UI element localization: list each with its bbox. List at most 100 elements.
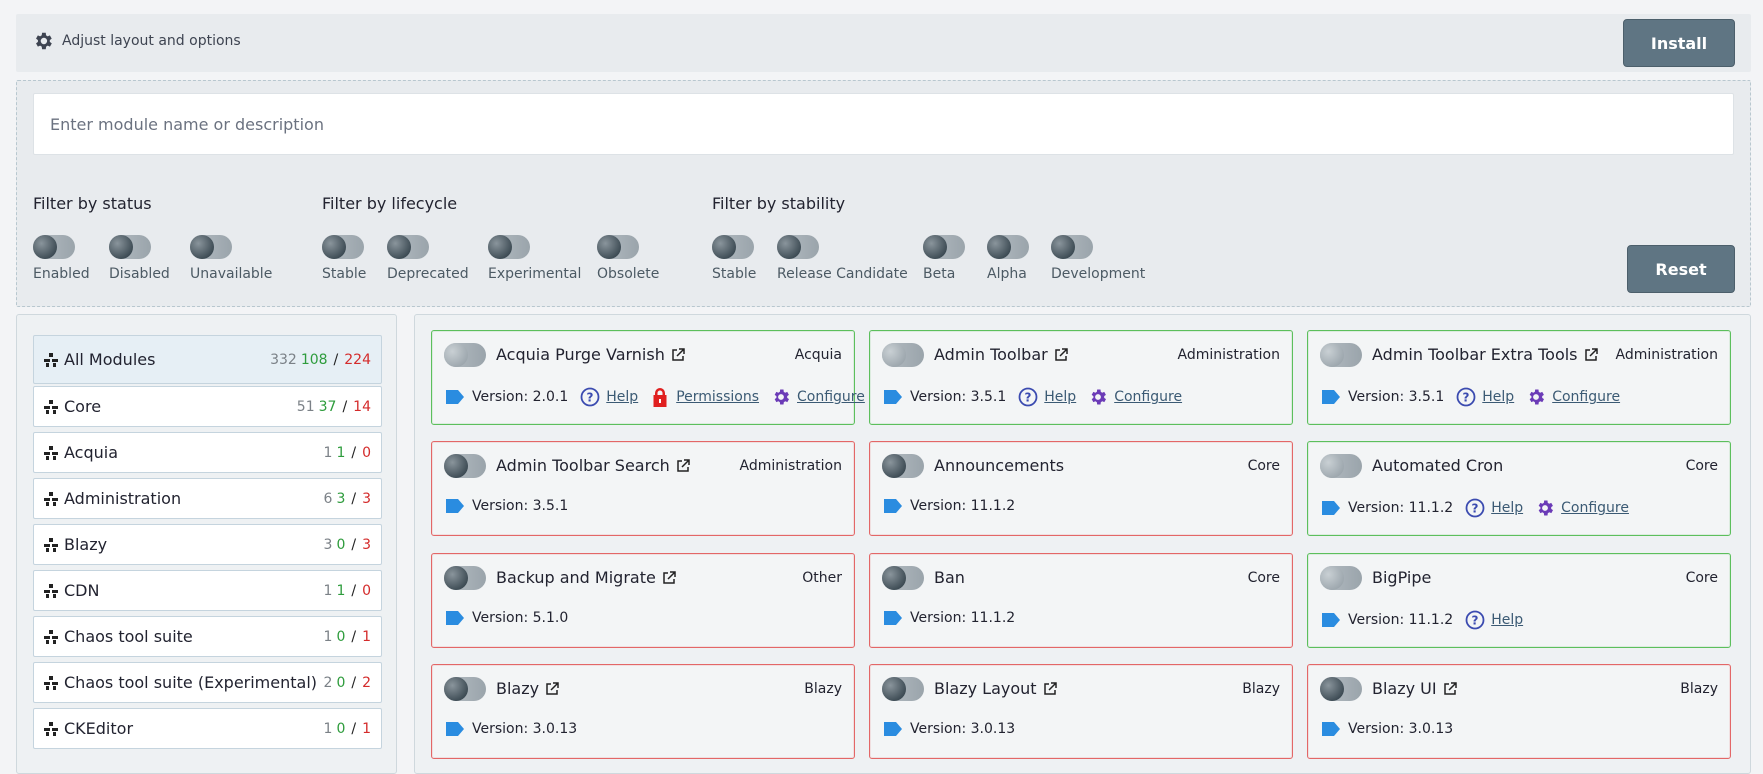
- filter-status-enabled[interactable]: Enabled: [33, 235, 90, 282]
- external-link-icon[interactable]: [676, 458, 690, 473]
- toggle-switch[interactable]: [777, 235, 819, 259]
- module-title: Blazy Layout: [934, 679, 1057, 698]
- tag-icon: [1322, 390, 1340, 404]
- module-toggle[interactable]: [1320, 454, 1362, 478]
- module-configure-link[interactable]: Configure: [771, 387, 865, 407]
- adjust-layout-link[interactable]: Adjust layout and options: [32, 30, 241, 52]
- toggle-switch[interactable]: [712, 235, 754, 259]
- module-name: Announcements: [934, 456, 1065, 475]
- count-enabled: 1: [336, 582, 346, 599]
- module-toggle[interactable]: [444, 454, 486, 478]
- module-toggle[interactable]: [882, 454, 924, 478]
- external-link-icon[interactable]: [671, 347, 685, 362]
- modules-icon: [44, 537, 58, 552]
- filter-stability-alpha[interactable]: Alpha: [987, 235, 1029, 282]
- category-name: Acquia: [64, 443, 119, 462]
- module-permissions-link[interactable]: Permissions: [650, 387, 759, 407]
- module-toggle[interactable]: [882, 566, 924, 590]
- module-name: Ban: [934, 568, 965, 587]
- count-separator: /: [351, 582, 357, 599]
- module-package: Blazy: [1242, 681, 1280, 697]
- svg-text:?: ?: [1472, 502, 1479, 516]
- module-name: Acquia Purge Varnish: [496, 345, 665, 364]
- toggle-label: Development: [1051, 266, 1146, 282]
- module-toggle[interactable]: [1320, 566, 1362, 590]
- category-item[interactable]: All Modules 332 108 / 224: [33, 335, 382, 384]
- module-title: Admin Toolbar Search: [496, 456, 690, 475]
- category-item[interactable]: Core 51 37 / 14: [33, 386, 382, 427]
- filter-status-disabled[interactable]: Disabled: [109, 235, 170, 282]
- toggle-switch[interactable]: [387, 235, 429, 259]
- module-package: Blazy: [1680, 681, 1718, 697]
- reset-button[interactable]: Reset: [1627, 245, 1735, 293]
- toggle-switch[interactable]: [597, 235, 639, 259]
- filter-stability-stable[interactable]: Stable: [712, 235, 756, 282]
- modules-icon: [44, 675, 58, 690]
- category-item[interactable]: Acquia 1 1 / 0: [33, 432, 382, 473]
- toggle-switch[interactable]: [322, 235, 364, 259]
- module-version: Version: 2.0.1: [472, 389, 569, 405]
- toggle-switch[interactable]: [1051, 235, 1093, 259]
- module-package: Core: [1685, 458, 1718, 474]
- module-configure-link[interactable]: Configure: [1526, 387, 1620, 407]
- toggle-switch[interactable]: [488, 235, 530, 259]
- module-toggle[interactable]: [444, 343, 486, 367]
- count-disabled: 0: [362, 444, 371, 461]
- module-toggle[interactable]: [444, 677, 486, 701]
- module-grid: Acquia Purge Varnish Acquia Version: 2.0.1…: [414, 314, 1751, 774]
- module-toggle[interactable]: [1320, 677, 1362, 701]
- module-toggle[interactable]: [882, 677, 924, 701]
- external-link-icon[interactable]: [1043, 681, 1057, 696]
- category-item[interactable]: CDN 1 1 / 0: [33, 570, 382, 611]
- category-item[interactable]: Administration 6 3/3: [33, 478, 382, 519]
- toggle-switch[interactable]: [923, 235, 965, 259]
- search-input[interactable]: [33, 93, 1734, 155]
- module-configure-link[interactable]: Configure: [1088, 387, 1182, 407]
- module-configure-link[interactable]: Configure: [1535, 498, 1629, 518]
- link-label: Configure: [797, 389, 865, 405]
- module-version: Version: 3.5.1: [1348, 389, 1445, 405]
- category-item[interactable]: Blazy 3 0 / 3: [33, 524, 382, 565]
- module-help-link[interactable]: ? Help: [580, 387, 638, 407]
- toggle-switch[interactable]: [109, 235, 151, 259]
- module-toggle[interactable]: [444, 566, 486, 590]
- module-card: Automated Cron Core Version: 11.1.2? Help Co…: [1307, 441, 1731, 536]
- module-card: BigPipe Core Version: 11.1.2? Help: [1307, 553, 1731, 648]
- module-toggle[interactable]: [1320, 343, 1362, 367]
- category-item[interactable]: Chaos tool suite (Experimental) 2 0 / 2: [33, 662, 382, 703]
- module-help-link[interactable]: ? Help: [1465, 610, 1523, 630]
- toggle-switch[interactable]: [987, 235, 1029, 259]
- filter-lifecycle-deprecated[interactable]: Deprecated: [387, 235, 469, 282]
- category-counts: 1 1 / 0: [324, 583, 371, 599]
- install-button[interactable]: Install: [1623, 19, 1735, 67]
- external-link-icon[interactable]: [1054, 347, 1068, 362]
- filter-lifecycle-stable[interactable]: Stable: [322, 235, 366, 282]
- filter-lifecycle-experimental[interactable]: Experimental: [488, 235, 581, 282]
- filter-stability-development[interactable]: Development: [1051, 235, 1145, 282]
- toggle-label: Stable: [712, 266, 757, 282]
- toggle-switch[interactable]: [33, 235, 75, 259]
- external-link-icon[interactable]: [1443, 681, 1457, 696]
- filter-lifecycle-obsolete[interactable]: Obsolete: [597, 235, 659, 282]
- filters-panel: Filter by status Filter by lifecycle Fil…: [16, 80, 1751, 307]
- module-help-link[interactable]: ? Help: [1465, 498, 1523, 518]
- external-link-icon[interactable]: [545, 681, 559, 696]
- module-help-link[interactable]: ? Help: [1018, 387, 1076, 407]
- external-link-icon[interactable]: [662, 570, 676, 585]
- category-item[interactable]: CKEditor 1 0 / 1: [33, 708, 382, 749]
- filter-stability-rc[interactable]: Release Candidate: [777, 235, 908, 282]
- toggle-switch[interactable]: [190, 235, 232, 259]
- module-toggle[interactable]: [882, 343, 924, 367]
- count-total: 51: [296, 398, 315, 415]
- category-item[interactable]: Chaos tool suite 1 0 / 1: [33, 616, 382, 657]
- module-version: Version: 11.1.2: [910, 610, 1016, 626]
- link-label: Help: [1482, 389, 1515, 405]
- module-name: Admin Toolbar: [934, 345, 1048, 364]
- module-name: Admin Toolbar Search: [496, 456, 670, 475]
- external-link-icon[interactable]: [1584, 347, 1598, 362]
- module-package: Administration: [1615, 347, 1718, 363]
- module-help-link[interactable]: ? Help: [1456, 387, 1514, 407]
- filter-status-unavailable[interactable]: Unavailable: [190, 235, 272, 282]
- module-version: Version: 5.1.0: [472, 610, 569, 626]
- filter-stability-beta[interactable]: Beta: [923, 235, 965, 282]
